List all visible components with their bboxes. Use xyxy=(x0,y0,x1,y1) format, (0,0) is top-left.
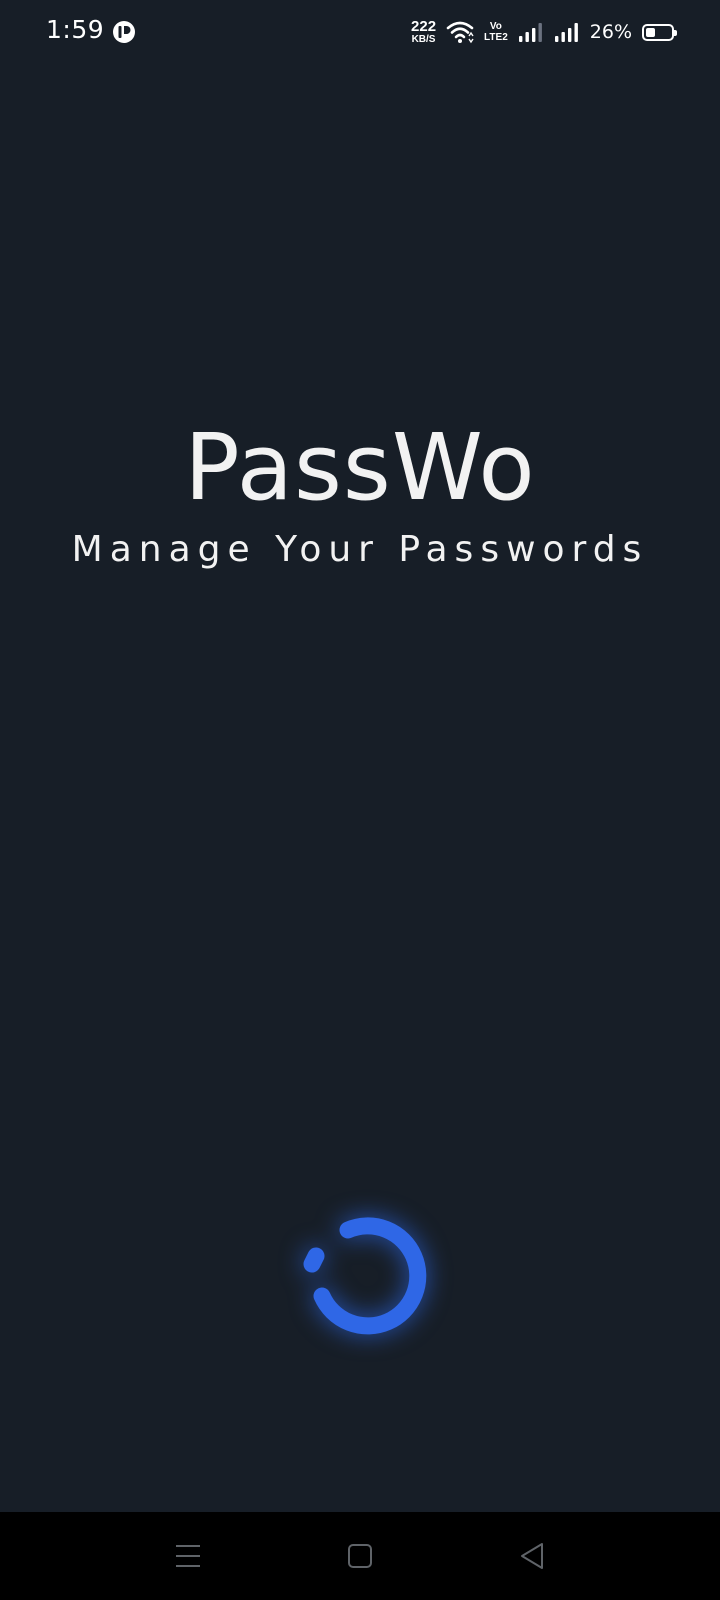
spinner-arc xyxy=(313,1217,427,1335)
lte-label: LTE2 xyxy=(484,32,508,43)
volte-label: Vo xyxy=(489,21,502,32)
app-notification-icon xyxy=(113,21,135,43)
back-icon[interactable] xyxy=(512,1536,552,1576)
wifi-icon xyxy=(446,21,474,44)
battery-level xyxy=(646,27,655,37)
battery-percent: 26% xyxy=(589,21,632,43)
network-speed-value: 222 xyxy=(411,17,437,35)
status-indicators: 222 KB/S Vo LTE2 26% xyxy=(411,17,677,46)
signal-sim2-icon xyxy=(554,23,578,42)
home-icon[interactable] xyxy=(340,1536,380,1576)
status-time: 1:59 xyxy=(46,15,105,44)
network-speed: 222 KB/S xyxy=(411,17,437,45)
loading-spinner-icon xyxy=(303,1217,427,1335)
splash-screen: 1:59 222 KB/S Vo LTE2 26% PassWo Manage … xyxy=(0,0,720,1600)
navigation-bar xyxy=(0,1512,720,1600)
battery-icon xyxy=(642,23,677,41)
network-speed-unit: KB/S xyxy=(411,33,436,45)
app-tagline: Manage Your Passwords xyxy=(71,529,649,570)
spinner-dot xyxy=(303,1247,325,1273)
volte-indicator: Vo LTE2 xyxy=(484,21,508,43)
signal-sim1-icon xyxy=(518,23,542,42)
app-title: PassWo xyxy=(184,414,536,521)
menu-icon[interactable] xyxy=(168,1536,208,1576)
status-bar: 1:59 222 KB/S Vo LTE2 26% xyxy=(0,0,720,64)
splash-branding: PassWo Manage Your Passwords xyxy=(0,420,720,570)
